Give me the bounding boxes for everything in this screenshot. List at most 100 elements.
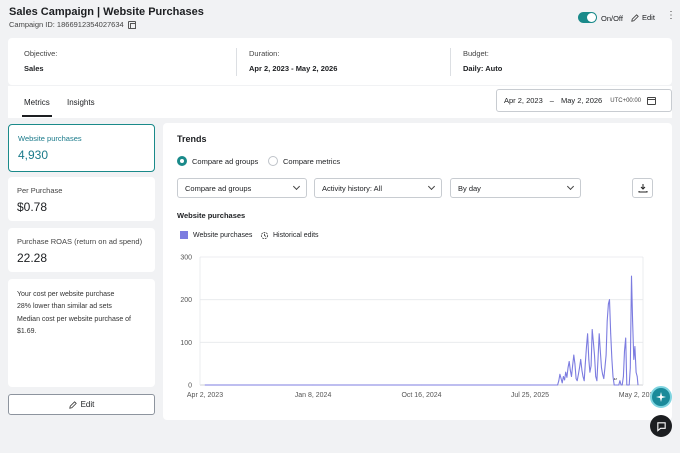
data-point [620, 384, 622, 386]
edit-button-label: Edit [80, 400, 95, 409]
metric-per-purchase[interactable]: Per Purchase $0.78 [8, 177, 155, 221]
pencil-icon [631, 13, 639, 22]
budget-section: Budget: Daily: Auto [463, 49, 502, 73]
chevron-down-icon [566, 182, 575, 191]
data-point [632, 320, 634, 322]
data-point [599, 350, 601, 352]
tab-metrics[interactable]: Metrics [22, 98, 52, 117]
tab-insights[interactable]: Insights [67, 98, 95, 107]
download-button[interactable] [632, 178, 653, 198]
y-tick-label: 300 [180, 255, 192, 262]
date-start: Apr 2, 2023 [504, 96, 543, 105]
data-point [636, 376, 638, 377]
duration-value: Apr 2, 2023 - May 2, 2026 [249, 64, 338, 73]
metric-purchase-roas[interactable]: Purchase ROAS (return on ad spend) 22.28 [8, 228, 155, 272]
radio-unselected-icon [268, 156, 278, 166]
data-point [575, 378, 577, 379]
cost-note-line: Median cost per website purchase of $1.6… [17, 315, 132, 335]
data-point [627, 384, 629, 386]
legend-historical-edits[interactable]: Historical edits [260, 231, 319, 240]
chevron-down-icon [427, 182, 436, 191]
calendar-icon [647, 96, 657, 105]
data-point [616, 384, 617, 386]
series-swatch [180, 231, 188, 239]
data-point [637, 384, 639, 386]
data-point [635, 371, 637, 373]
data-point [567, 367, 569, 369]
data-point [594, 354, 595, 356]
metric-label: Per Purchase [17, 186, 63, 195]
campaign-summary: Objective: Sales Duration: Apr 2, 2023 -… [8, 38, 672, 85]
on-off-toggle[interactable] [578, 12, 597, 23]
data-point [586, 346, 587, 347]
x-tick-label: Jul 25, 2025 [511, 392, 549, 399]
data-point [566, 376, 568, 378]
budget-label: Budget: [463, 49, 489, 58]
objective-label: Objective: [24, 49, 58, 58]
data-point [618, 384, 620, 386]
data-point [607, 303, 609, 305]
data-point [612, 376, 614, 377]
data-point [559, 373, 561, 375]
data-point [581, 369, 583, 371]
data-point [529, 384, 531, 386]
copy-icon[interactable] [127, 20, 136, 29]
timezone-label: UTC+00:00 [610, 97, 642, 104]
data-point [589, 371, 591, 373]
purchases-chart: 0 100 200 300 Apr 2, 2023 Jan 8, 2024 Oct 16, … [180, 255, 657, 400]
data-point [596, 380, 598, 382]
x-tick-label: Apr 2, 2023 [187, 392, 223, 399]
tab-bar: Metrics Insights Apr 2, 2023 – May 2, 20… [8, 86, 672, 118]
data-point [609, 299, 610, 301]
chat-button[interactable] [650, 415, 672, 437]
data-point [629, 367, 631, 369]
metric-value: 22.28 [17, 251, 48, 265]
data-point [565, 371, 567, 373]
edit-label: Edit [642, 13, 655, 22]
data-point [597, 359, 599, 360]
pencil-icon [68, 400, 77, 409]
sparkle-icon [656, 392, 666, 402]
select-value: Activity history: All [322, 183, 383, 193]
data-point [584, 363, 586, 365]
y-tick-label: 200 [180, 297, 192, 304]
campaign-id-text: Campaign ID: 1866912354027634 [9, 20, 124, 29]
data-point [602, 373, 604, 375]
trends-panel: Trends Compare ad groups Compare metrics… [163, 123, 672, 420]
data-point [631, 275, 632, 277]
historical-edit-marker: “ [613, 377, 617, 386]
divider [236, 48, 237, 76]
data-point [626, 384, 628, 386]
select-value: Compare ad groups [185, 183, 252, 193]
select-compare-ad-groups[interactable]: Compare ad groups [177, 178, 307, 198]
duration-section: Duration: Apr 2, 2023 - May 2, 2026 [249, 49, 337, 73]
radio-selected-icon [177, 156, 187, 166]
y-tick-label: 100 [180, 340, 192, 347]
radio-compare-ad-groups[interactable]: Compare ad groups [177, 156, 258, 166]
top-bar: Sales Campaign | Website Purchases Campa… [0, 0, 680, 36]
legend-series[interactable]: Website purchases [180, 231, 252, 239]
select-activity-history[interactable]: Activity history: All [314, 178, 442, 198]
data-point [592, 341, 594, 343]
chart-title: Website purchases [177, 211, 246, 220]
data-point [204, 384, 206, 386]
date-range-picker[interactable]: Apr 2, 2023 – May 2, 2026 UTC+00:00 [496, 89, 672, 112]
campaign-id: Campaign ID: 1866912354027634 [9, 20, 136, 29]
data-point [590, 365, 592, 367]
data-point [634, 346, 636, 347]
data-point [421, 384, 422, 386]
ai-assistant-button[interactable] [650, 386, 672, 408]
data-point [613, 384, 615, 386]
data-point [576, 380, 578, 382]
select-by-day[interactable]: By day [450, 178, 581, 198]
chat-icon [656, 421, 666, 432]
kebab-icon[interactable]: ⋮ [666, 11, 676, 21]
data-point [557, 384, 559, 386]
radio-compare-metrics[interactable]: Compare metrics [268, 156, 340, 166]
edit-campaign-button[interactable]: Edit [631, 13, 655, 22]
toggle-label: On/Off [601, 14, 623, 23]
edit-button[interactable]: Edit [8, 394, 155, 415]
data-point [624, 350, 625, 352]
metric-website-purchases[interactable]: Website purchases 4,930 [8, 124, 155, 172]
data-point [603, 378, 605, 379]
